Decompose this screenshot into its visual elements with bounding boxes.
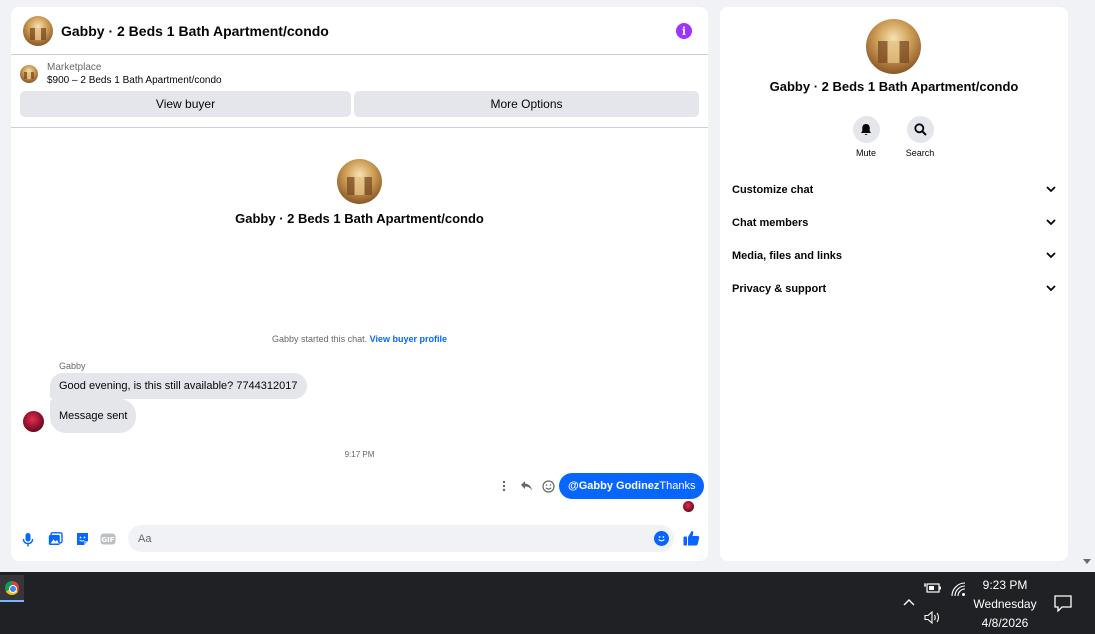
marketplace-bar: Marketplace $900 – 2 Beds 1 Bath Apartme…: [11, 55, 708, 128]
chat-panel: Gabby · 2 Beds 1 Bath Apartment/condo i …: [11, 7, 708, 561]
info-avatar[interactable]: [866, 19, 921, 74]
mute-button[interactable]: Mute: [846, 116, 886, 158]
outgoing-message[interactable]: @Gabby Godinez Thanks: [559, 473, 705, 499]
chevron-down-icon: [1046, 186, 1056, 193]
intro-title: Gabby · 2 Beds 1 Bath Apartment/condo: [235, 211, 484, 226]
menu-item-label: Customize chat: [732, 183, 814, 196]
chat-title[interactable]: Gabby · 2 Beds 1 Bath Apartment/condo: [61, 23, 329, 39]
intro-avatar: [337, 159, 382, 204]
bell-icon[interactable]: [852, 116, 880, 143]
search-icon[interactable]: [906, 116, 934, 143]
seen-indicator-avatar: [683, 501, 694, 512]
page-scrollbar[interactable]: [1080, 0, 1095, 572]
listing-thumbnail[interactable]: [20, 65, 38, 83]
microphone-icon[interactable]: [20, 531, 36, 547]
like-icon[interactable]: [682, 529, 700, 547]
gif-icon[interactable]: GIF: [100, 531, 116, 547]
message-input[interactable]: [128, 525, 674, 552]
info-menu: Customize chat Chat members Media, files…: [720, 173, 1068, 305]
reply-icon[interactable]: [519, 479, 533, 493]
incoming-message[interactable]: Good evening, is this still available? 7…: [50, 373, 307, 399]
volume-icon[interactable]: [923, 610, 943, 624]
mention[interactable]: @Gabby Godinez: [568, 480, 659, 492]
emoji-icon[interactable]: [654, 531, 669, 546]
notification-icon[interactable]: [1053, 594, 1073, 612]
menu-item-label: Media, files and links: [732, 249, 843, 262]
outgoing-text: Thanks: [659, 480, 696, 492]
photo-icon[interactable]: [47, 531, 63, 547]
chat-started-notice: Gabby started this chat. View buyer prof…: [11, 334, 708, 344]
chrome-icon: [5, 580, 19, 595]
wifi-icon[interactable]: [950, 581, 966, 597]
chat-header: Gabby · 2 Beds 1 Bath Apartment/condo i: [11, 7, 708, 55]
sender-avatar[interactable]: [23, 411, 44, 432]
svg-text:GIF: GIF: [101, 536, 114, 544]
started-text: Gabby started this chat.: [272, 334, 368, 344]
chrome-taskbar-button[interactable]: [0, 575, 24, 602]
chat-info-panel: Gabby · 2 Beds 1 Bath Apartment/condo Mu…: [720, 7, 1068, 561]
more-vertical-icon[interactable]: [497, 479, 511, 493]
clock-day: Wednesday: [973, 597, 1037, 611]
chat-avatar[interactable]: [23, 15, 53, 46]
info-icon[interactable]: i: [676, 23, 692, 39]
menu-item-label: Privacy & support: [732, 282, 827, 295]
scroll-down-arrow-icon[interactable]: [1083, 559, 1091, 564]
message-timestamp: 9:17 PM: [344, 450, 375, 459]
message-actions: [497, 479, 555, 493]
view-buyer-button[interactable]: View buyer: [20, 91, 351, 117]
mute-label: Mute: [855, 148, 876, 158]
more-options-button[interactable]: More Options: [354, 91, 699, 117]
info-title: Gabby · 2 Beds 1 Bath Apartment/condo: [769, 79, 1019, 94]
search-label: Search: [905, 148, 935, 158]
clock-time: 9:23 PM: [982, 578, 1028, 592]
view-buyer-profile-link[interactable]: View buyer profile: [370, 334, 447, 344]
search-button[interactable]: Search: [900, 116, 940, 158]
chevron-up-icon[interactable]: [902, 596, 916, 608]
chevron-down-icon: [1046, 285, 1056, 292]
privacy-support-item[interactable]: Privacy & support: [720, 272, 1068, 305]
marketplace-label: Marketplace: [47, 62, 102, 73]
chat-intro: Gabby · 2 Beds 1 Bath Apartment/condo: [11, 159, 708, 226]
sticker-icon[interactable]: [74, 531, 90, 547]
react-emoji-icon[interactable]: [541, 479, 555, 493]
customize-chat-item[interactable]: Customize chat: [720, 173, 1068, 206]
menu-item-label: Chat members: [732, 216, 809, 229]
clock-date: 4/8/2026: [981, 616, 1029, 630]
system-clock[interactable]: 9:23 PM Wednesday 4/8/2026: [970, 576, 1040, 633]
battery-icon[interactable]: [923, 581, 943, 595]
chevron-down-icon: [1046, 219, 1056, 226]
chevron-down-icon: [1046, 252, 1056, 259]
incoming-message[interactable]: Message sent: [50, 399, 137, 433]
taskbar: 9:23 PM Wednesday 4/8/2026: [0, 572, 1095, 634]
chat-members-item[interactable]: Chat members: [720, 206, 1068, 239]
listing-title[interactable]: $900 – 2 Beds 1 Bath Apartment/condo: [47, 75, 222, 86]
composer: GIF: [11, 524, 708, 554]
media-files-links-item[interactable]: Media, files and links: [720, 239, 1068, 272]
sender-name: Gabby: [59, 361, 86, 371]
